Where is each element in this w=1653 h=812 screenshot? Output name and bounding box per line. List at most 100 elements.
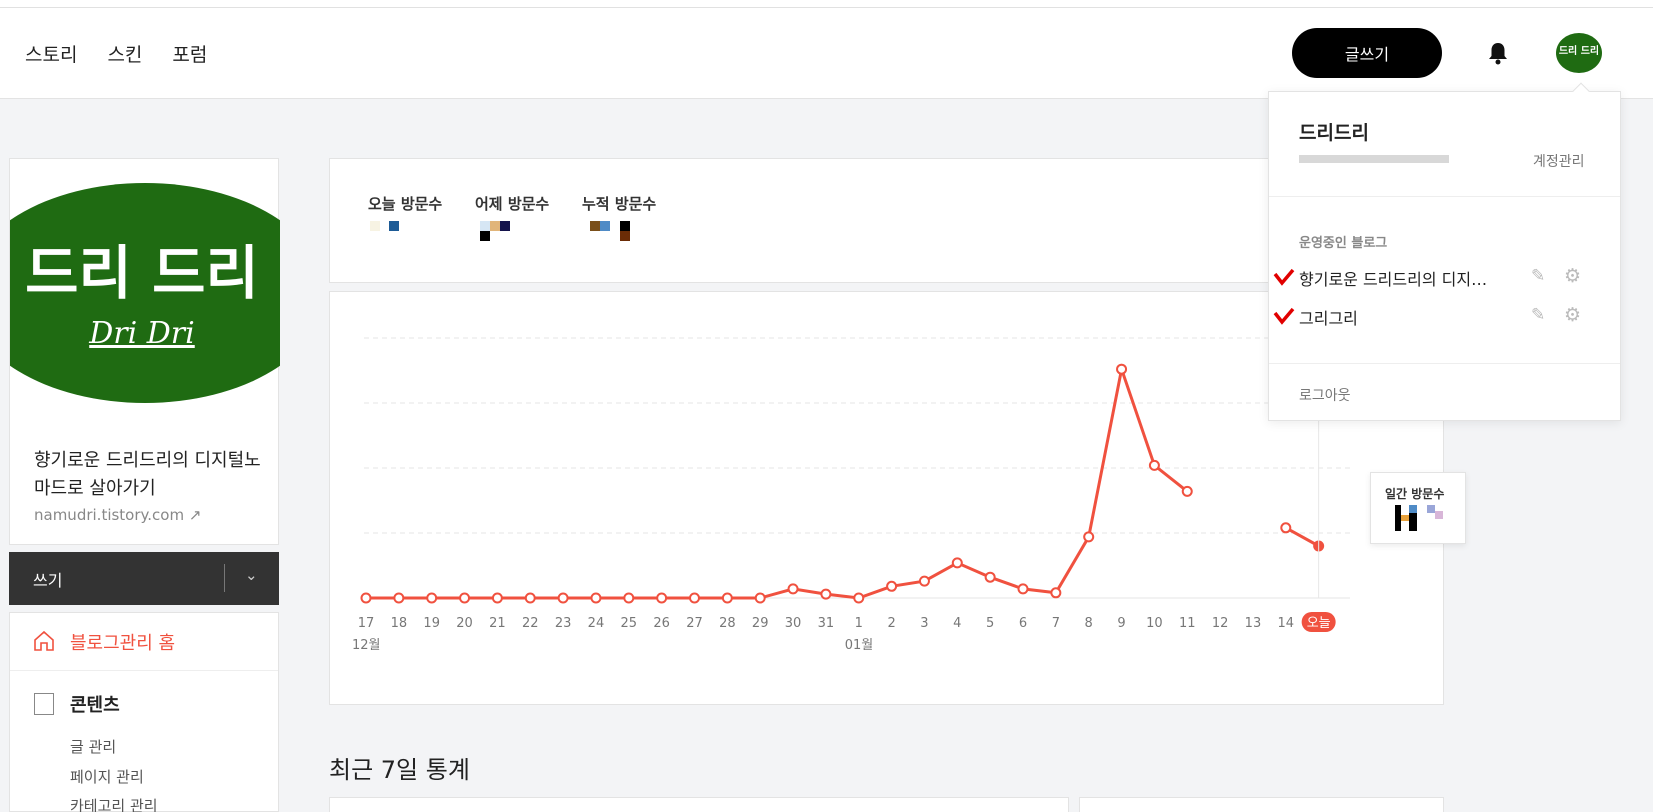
x-tick-label: 22 xyxy=(522,616,539,631)
data-point xyxy=(1116,363,1128,375)
data-point xyxy=(984,571,996,583)
recent-7days-title: 최근 7일 통계 xyxy=(329,756,470,784)
data-point xyxy=(951,557,963,569)
logo-text-bottom: Dri Dri xyxy=(88,316,195,351)
blog-title[interactable]: 향기로운 드리드리의 디지털노마드로 살아가기 xyxy=(34,447,264,503)
data-point xyxy=(557,592,569,604)
data-point xyxy=(656,592,668,604)
submenu-posts[interactable]: 글 관리 xyxy=(70,736,116,757)
avatar[interactable]: 드리 드리 xyxy=(1556,33,1602,73)
account-email-masked xyxy=(1299,155,1449,163)
data-point xyxy=(360,592,372,604)
data-point xyxy=(459,592,471,604)
x-tick-label: 18 xyxy=(391,616,408,631)
x-tick-label: 17 xyxy=(358,616,375,631)
gear-icon[interactable]: ⚙ xyxy=(1564,265,1581,287)
nav-story[interactable]: 스토리 xyxy=(25,40,77,67)
data-point xyxy=(787,583,799,595)
data-point xyxy=(623,592,635,604)
account-manage-link[interactable]: 계정관리 xyxy=(1533,151,1585,171)
menu-item-home[interactable]: 블로그관리 홈 xyxy=(10,613,278,671)
yesterday-visits-value-masked xyxy=(480,221,510,241)
data-point xyxy=(1017,583,1029,595)
gear-icon[interactable]: ⚙ xyxy=(1564,304,1581,326)
blog-url[interactable]: namudri.tistory.com ↗ xyxy=(34,506,201,524)
header: 스토리 스킨 포럼 글쓰기 드리 드리 xyxy=(0,8,1653,99)
submenu-pages[interactable]: 페이지 관리 xyxy=(70,766,144,787)
write-post-button[interactable]: 글쓰기 xyxy=(1292,28,1442,78)
bell-icon[interactable] xyxy=(1485,40,1511,66)
total-visits-label: 누적 방문수 xyxy=(582,195,657,213)
x-tick-label: 2 xyxy=(887,616,895,631)
today-visits-label: 오늘 방문수 xyxy=(368,195,443,213)
data-point xyxy=(886,580,898,592)
external-link-icon: ↗ xyxy=(188,506,202,524)
chevron-down-icon[interactable]: ⌄ xyxy=(245,566,258,584)
data-point xyxy=(754,592,766,604)
x-tick-label: 25 xyxy=(621,616,638,631)
month-label: 01월 xyxy=(845,638,874,653)
x-tick-label: 6 xyxy=(1019,616,1027,631)
data-point xyxy=(1148,459,1160,471)
blog-item-label[interactable]: 향기로운 드리드리의 디지… xyxy=(1299,266,1487,290)
x-tick-label: 11 xyxy=(1179,616,1196,631)
data-point xyxy=(918,575,930,587)
data-point xyxy=(689,592,700,604)
x-tick-label: 13 xyxy=(1245,616,1262,631)
x-tick-label: 1 xyxy=(855,616,863,631)
month-label: 12월 xyxy=(352,638,381,653)
pencil-icon[interactable]: ✎ xyxy=(1531,266,1545,286)
divider xyxy=(1269,363,1620,364)
account-dropdown: 드리드리 계정관리 운영중인 블로그 향기로운 드리드리의 디지… ✎ ⚙ 그리… xyxy=(1268,82,1621,421)
write-menu-bar[interactable]: 쓰기 ⌄ xyxy=(9,552,279,605)
data-point xyxy=(590,592,602,604)
tooltip-value-masked xyxy=(1395,505,1443,531)
x-tick-label: 8 xyxy=(1085,616,1093,631)
logout-link[interactable]: 로그아웃 xyxy=(1299,385,1351,405)
x-tick-label: 14 xyxy=(1278,616,1295,631)
x-tick-label: 4 xyxy=(953,616,961,631)
x-tick-label: 29 xyxy=(752,616,769,631)
blog-url-text[interactable]: namudri.tistory.com xyxy=(34,506,184,524)
x-tick-label: 10 xyxy=(1146,616,1163,631)
logo-text-top: 드리 드리 xyxy=(25,239,259,307)
x-tick-label: 21 xyxy=(489,616,506,631)
data-point xyxy=(1181,485,1193,497)
divider xyxy=(224,564,225,592)
data-point xyxy=(393,592,405,604)
pencil-icon[interactable]: ✎ xyxy=(1531,305,1545,325)
data-point xyxy=(491,592,503,604)
checkmark-icon xyxy=(1273,268,1295,290)
tooltip-label: 일간 방문수 xyxy=(1385,487,1445,501)
total-visits-value-masked xyxy=(590,221,630,241)
today-visits-value-masked xyxy=(370,221,399,231)
data-point xyxy=(524,592,536,604)
blog-item[interactable]: 향기로운 드리드리의 디지… ✎ ⚙ xyxy=(1269,262,1620,292)
submenu-categories[interactable]: 카테고리 관리 xyxy=(70,795,158,812)
divider xyxy=(1269,196,1620,197)
data-point xyxy=(853,592,865,604)
admin-menu: 블로그관리 홈 콘텐츠 글 관리 페이지 관리 카테고리 관리 xyxy=(9,612,279,812)
x-tick-label: 3 xyxy=(920,616,928,631)
blog-item[interactable]: 그리그리 ✎ ⚙ xyxy=(1269,301,1620,331)
x-tick-label: 24 xyxy=(588,616,605,631)
write-menu-label[interactable]: 쓰기 xyxy=(33,567,62,591)
x-tick-label: 12 xyxy=(1212,616,1229,631)
top-strip xyxy=(0,0,1653,8)
menu-home-label[interactable]: 블로그관리 홈 xyxy=(70,629,175,655)
series-line xyxy=(366,363,1320,600)
data-point xyxy=(721,592,733,604)
recent-stats-card-side xyxy=(1079,797,1444,812)
menu-content-label[interactable]: 콘텐츠 xyxy=(70,691,120,717)
x-tick-label: 31 xyxy=(818,616,835,631)
x-tick-label: 19 xyxy=(423,616,440,631)
blog-item-label[interactable]: 그리그리 xyxy=(1299,305,1358,329)
data-point xyxy=(426,592,438,604)
x-tick-label: 20 xyxy=(456,616,473,631)
recent-stats-card xyxy=(329,797,1069,812)
blog-profile-card: 드리 드리 Dri Dri 향기로운 드리드리의 디지털노마드로 살아가기 na… xyxy=(0,158,325,545)
nav-skin[interactable]: 스킨 xyxy=(107,40,142,67)
data-point xyxy=(820,588,832,600)
nav-forum[interactable]: 포럼 xyxy=(172,40,207,67)
x-tick-label: 27 xyxy=(686,616,703,631)
